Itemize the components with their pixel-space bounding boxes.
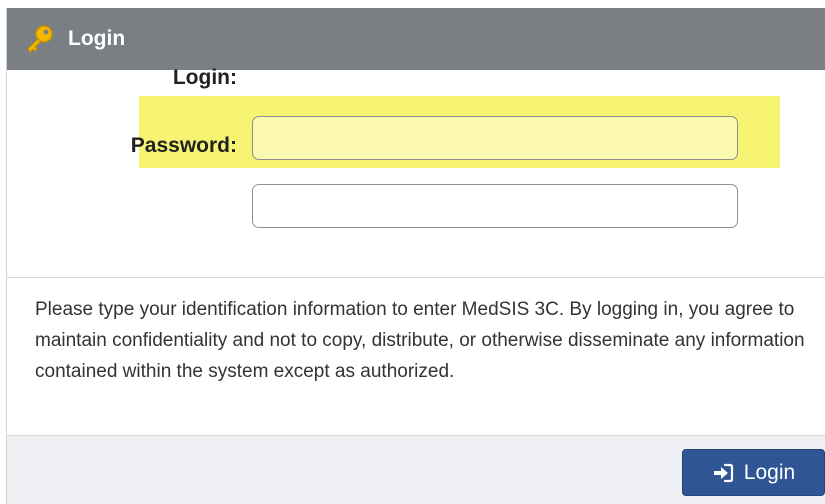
panel-footer: Login [7,436,825,504]
login-input[interactable] [252,116,738,160]
login-button-label: Login [743,460,796,484]
login-panel: Login Login: Password: Please type your … [6,8,825,504]
notice-text: Please type your identification informat… [35,299,805,382]
login-button[interactable]: Login [682,449,825,496]
panel-title: Login [68,27,126,50]
sign-in-icon [712,462,734,484]
login-form [7,70,825,278]
password-input[interactable] [252,184,738,228]
panel-header: Login [7,8,825,70]
login-label: Login: [172,66,237,89]
key-icon [24,24,54,54]
confidentiality-notice: Please type your identification informat… [7,278,825,436]
password-label: Password: [130,134,237,157]
